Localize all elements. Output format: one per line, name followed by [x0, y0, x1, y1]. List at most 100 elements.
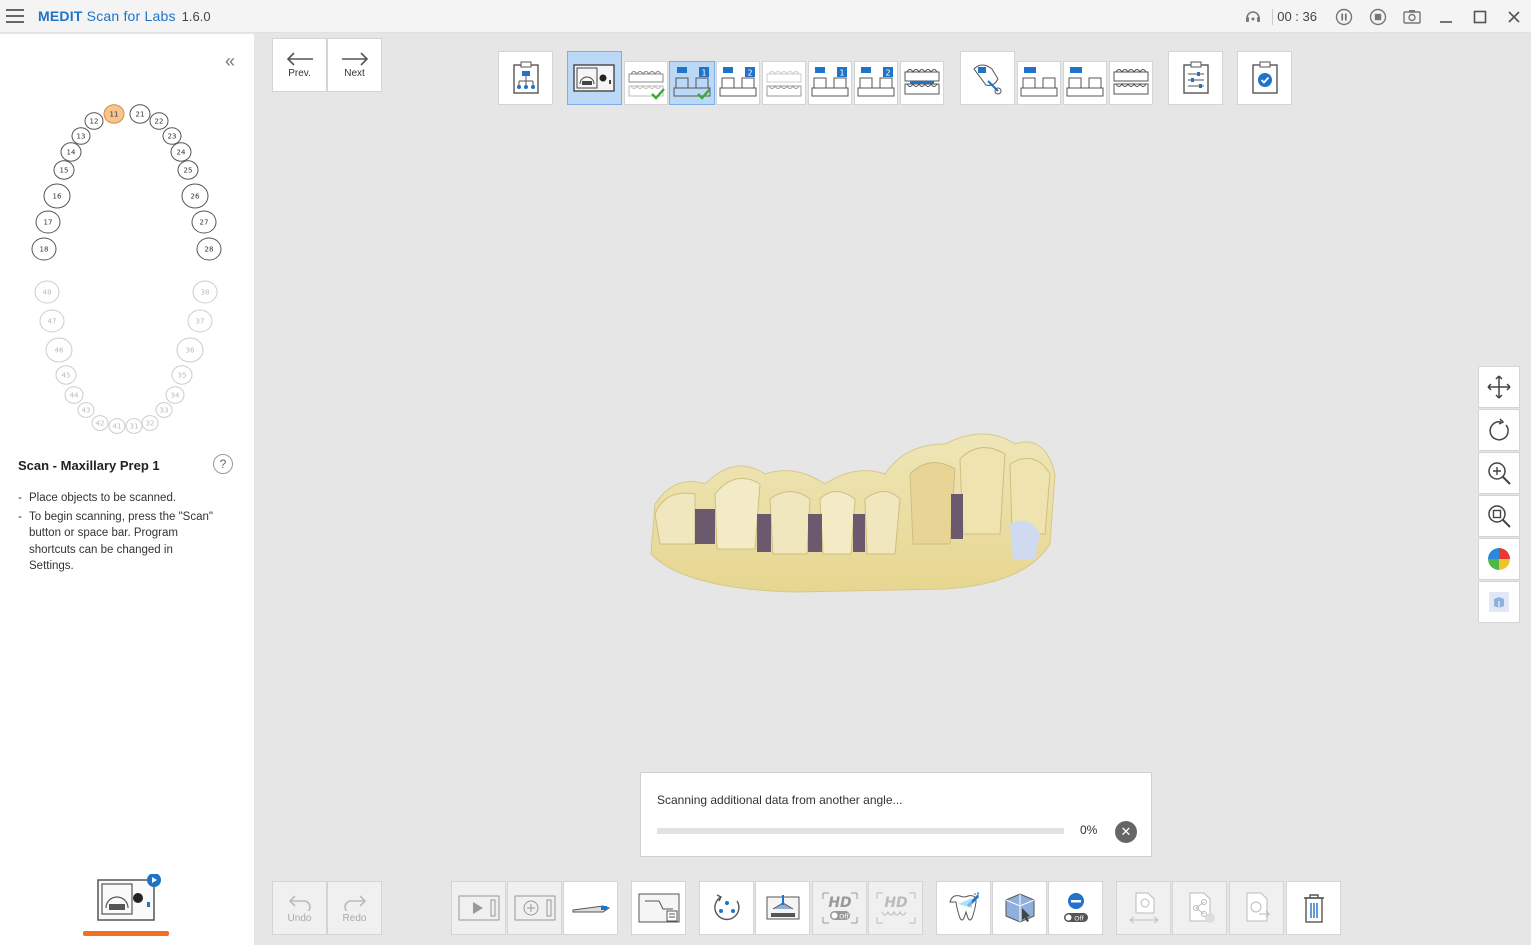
rotation-scan-button[interactable]	[699, 881, 754, 935]
mandible-prep-badge-2: 2	[885, 69, 890, 78]
step-occlusion-button[interactable]	[900, 61, 944, 105]
tooth-14[interactable]: 14	[60, 142, 82, 162]
tooth-31[interactable]: 31	[125, 418, 143, 434]
abutment-button[interactable]	[960, 51, 1015, 105]
platform-scan-button[interactable]	[755, 881, 810, 935]
tooth-15[interactable]: 15	[53, 160, 75, 180]
instructions-list: Place objects to be scanned. To begin sc…	[18, 490, 218, 577]
complete-check-icon	[1251, 61, 1278, 94]
step-maxilla-button[interactable]	[624, 61, 668, 105]
tooth-33[interactable]: 33	[155, 402, 173, 418]
pause-icon[interactable]	[1327, 0, 1361, 33]
3d-viewport[interactable]: Scanning additional data from another an…	[255, 34, 1531, 945]
scan-strategy-button[interactable]	[631, 881, 686, 935]
maximize-icon[interactable]	[1463, 0, 1497, 33]
hd-mode-button[interactable]: HD Off	[812, 881, 867, 935]
app-version: 1.6.0	[181, 8, 211, 24]
rotate-tool[interactable]	[1478, 409, 1520, 451]
scanner-mode-button[interactable]	[567, 51, 622, 105]
cancel-scan-button[interactable]: ✕	[1115, 821, 1137, 843]
tooth-41[interactable]: 41	[108, 418, 126, 434]
svg-text:32: 32	[146, 420, 155, 428]
help-icon[interactable]: ?	[213, 454, 233, 474]
color-map-tool[interactable]	[1478, 538, 1520, 580]
tooth-47[interactable]: 47	[39, 309, 65, 333]
tooth-26[interactable]: 26	[181, 183, 209, 209]
tooth-scan-button[interactable]	[936, 881, 991, 935]
step-extra-2-button[interactable]	[1063, 61, 1107, 105]
tooth-21[interactable]: 21	[129, 104, 151, 124]
tooth-43[interactable]: 43	[77, 402, 95, 418]
step-prep-1-button[interactable]: 1	[669, 61, 715, 105]
zoom-fit-tool[interactable]	[1478, 495, 1520, 537]
tooth-36[interactable]: 36	[176, 337, 204, 363]
mandible-arch-icon	[766, 71, 802, 97]
svg-text:31: 31	[130, 423, 139, 431]
tooth-23[interactable]: 23	[162, 127, 182, 145]
export-data-icon	[1246, 892, 1270, 922]
tooth-28[interactable]: 28	[196, 237, 222, 261]
tooth-34[interactable]: 34	[165, 386, 185, 404]
minimize-icon[interactable]	[1429, 0, 1463, 33]
hd-arch-button[interactable]: HD	[868, 881, 923, 935]
dental-model-3d[interactable]	[645, 414, 1065, 604]
svg-text:45: 45	[62, 372, 71, 380]
tooth-11[interactable]: 11	[103, 104, 125, 124]
step-prep-2-button[interactable]: 2	[716, 61, 760, 105]
view-cube-tool[interactable]	[1478, 581, 1520, 623]
screenshot-icon[interactable]	[1395, 0, 1429, 33]
redo-button[interactable]: Redo	[327, 881, 382, 935]
zoom-tool[interactable]	[1478, 452, 1520, 494]
share-data-button[interactable]	[1172, 881, 1227, 935]
step-mandible-prep-2-button[interactable]: 2	[854, 61, 898, 105]
tooth-35[interactable]: 35	[171, 365, 193, 385]
tooth-32[interactable]: 32	[141, 415, 159, 431]
tooth-44[interactable]: 44	[64, 386, 84, 404]
workflow-button[interactable]	[498, 51, 553, 105]
export-data-button[interactable]	[1229, 881, 1284, 935]
tooth-42[interactable]: 42	[91, 415, 109, 431]
tooth-48[interactable]: 48	[34, 280, 60, 304]
pan-tool[interactable]	[1478, 366, 1520, 408]
step-extra-occlusion-button[interactable]	[1109, 61, 1153, 105]
svg-text:48: 48	[43, 289, 52, 297]
complete-button[interactable]	[1237, 51, 1292, 105]
tooth-25[interactable]: 25	[177, 160, 199, 180]
add-scan-button[interactable]	[507, 881, 562, 935]
undo-button[interactable]: Undo	[272, 881, 327, 935]
plate-tool-button[interactable]	[563, 881, 618, 935]
tooth-12[interactable]: 12	[84, 112, 104, 130]
tooth-18[interactable]: 18	[31, 237, 57, 261]
tooth-17[interactable]: 17	[35, 210, 61, 234]
mask-region-button[interactable]	[992, 881, 1047, 935]
svg-text:22: 22	[155, 118, 164, 126]
tooth-22[interactable]: 22	[149, 112, 169, 130]
svg-text:14: 14	[67, 149, 76, 157]
remote-support-icon[interactable]	[1236, 0, 1270, 33]
instruction-item: To begin scanning, press the "Scan" butt…	[18, 509, 218, 575]
play-scan-button[interactable]	[451, 881, 506, 935]
tooth-38[interactable]: 38	[192, 280, 218, 304]
filter-toggle-button[interactable]: Off	[1048, 881, 1103, 935]
tooth-46[interactable]: 46	[45, 337, 73, 363]
tooth-24[interactable]: 24	[170, 142, 192, 162]
next-label: Next	[344, 67, 365, 79]
tooth-37[interactable]: 37	[187, 309, 213, 333]
prev-button[interactable]: Prev.	[272, 38, 327, 92]
tooth-chart[interactable]: 48 38 47 37 46 36 45 35 44 34 43 33 42 32 41 31 11 21 12 22…	[24, 66, 230, 441]
step-mandible-button[interactable]	[762, 61, 806, 105]
delete-button[interactable]	[1286, 881, 1341, 935]
next-button[interactable]: Next	[327, 38, 382, 92]
step-mandible-prep-1-button[interactable]: 1	[808, 61, 852, 105]
tooth-13[interactable]: 13	[71, 127, 91, 145]
tooth-45[interactable]: 45	[55, 365, 77, 385]
align-data-button[interactable]	[1116, 881, 1171, 935]
scan-settings-button[interactable]	[1168, 51, 1223, 105]
tooth-27[interactable]: 27	[191, 210, 217, 234]
tooth-16[interactable]: 16	[43, 183, 71, 209]
stop-icon[interactable]	[1361, 0, 1395, 33]
step-extra-1-button[interactable]	[1017, 61, 1061, 105]
menu-icon[interactable]	[6, 9, 24, 23]
close-icon[interactable]	[1497, 0, 1531, 33]
scanner-device-icon[interactable]	[96, 873, 162, 924]
